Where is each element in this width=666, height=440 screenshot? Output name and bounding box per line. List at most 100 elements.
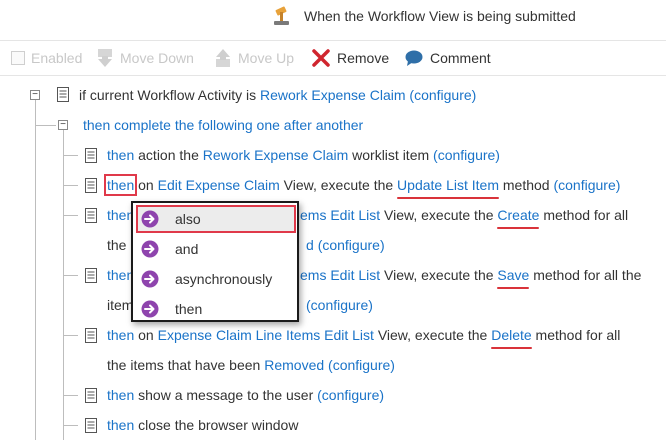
method-link[interactable]: Update List Item xyxy=(397,177,499,193)
menu-item-label: also xyxy=(175,211,201,227)
action-document-icon xyxy=(85,178,97,193)
configure-link[interactable]: (configure) xyxy=(318,237,385,253)
row-text: View, execute the xyxy=(279,177,398,193)
tree-row-action: then on Edit Expense Claim View, execute… xyxy=(103,174,620,196)
collapse-toggle[interactable]: − xyxy=(58,120,68,130)
method-link[interactable]: Create xyxy=(497,207,539,223)
then-link[interactable]: then xyxy=(107,387,134,403)
tree-guide-line xyxy=(64,215,78,216)
tree-row-action-cont: (configure) xyxy=(306,297,373,313)
comment-label: Comment xyxy=(430,50,491,66)
enabled-label: Enabled xyxy=(31,50,83,66)
tree-row-sequence: then complete the following one after an… xyxy=(83,117,363,133)
tree-guide-line xyxy=(36,125,56,126)
arrow-right-circle-icon xyxy=(141,270,159,288)
view-link[interactable]: ems Edit List xyxy=(300,207,380,223)
page-title: When the Workflow View is being submitte… xyxy=(304,8,576,24)
move-up-button[interactable]: Move Up xyxy=(214,47,294,69)
menu-item-and[interactable]: and xyxy=(137,236,295,262)
tree-guide-line xyxy=(64,425,78,426)
toolbar-divider-bottom xyxy=(0,75,666,76)
arrow-right-circle-icon xyxy=(141,240,159,258)
tree-guide-line xyxy=(63,130,64,440)
configure-link[interactable]: (configure) xyxy=(306,297,373,313)
then-link[interactable]: then xyxy=(107,327,134,343)
row-text: View, execute the xyxy=(380,207,498,223)
comment-icon xyxy=(405,50,423,66)
view-link[interactable]: Edit Expense Claim xyxy=(158,177,280,193)
row-text: View, execute the xyxy=(380,267,498,283)
tree-row-action: then show a message to the user (configu… xyxy=(107,387,384,403)
connector-popup-menu: also and asynchronously then xyxy=(131,201,299,322)
row-text: method for all xyxy=(531,327,621,343)
method-link[interactable]: Save xyxy=(497,267,529,283)
tree-guide-line xyxy=(64,335,78,336)
row-text: if current Workflow Activity is xyxy=(79,87,261,103)
view-link[interactable]: ems Edit List xyxy=(300,267,380,283)
row-text: the items that have been xyxy=(107,357,265,373)
tree-row-action: then action the Rework Expense Claim wor… xyxy=(107,147,500,163)
row-text: close the browser window xyxy=(134,417,299,433)
filter-link[interactable]: Removed xyxy=(264,357,324,373)
method-link[interactable]: Delete xyxy=(491,327,531,343)
row-text: action the xyxy=(134,147,203,163)
activity-link[interactable]: Rework Expense Claim xyxy=(260,87,406,103)
then-link-selected[interactable]: then xyxy=(103,174,138,196)
then-link[interactable]: then xyxy=(107,417,134,433)
action-document-icon xyxy=(85,268,97,283)
configure-link[interactable]: (configure) xyxy=(317,387,384,403)
action-document-icon xyxy=(85,208,97,223)
row-text: on xyxy=(134,327,158,343)
menu-item-label: and xyxy=(175,241,199,257)
tree-row-action-cont: the items that have been Removed (config… xyxy=(107,357,395,373)
toolbar-divider-top xyxy=(0,40,666,41)
configure-link[interactable]: (configure) xyxy=(553,177,620,193)
move-up-label: Move Up xyxy=(238,50,295,66)
row-text: worklist item xyxy=(348,147,434,163)
rule-document-icon xyxy=(57,87,69,102)
move-down-icon xyxy=(98,49,112,67)
action-document-icon xyxy=(85,328,97,343)
configure-link[interactable]: (configure) xyxy=(328,357,395,373)
comment-button[interactable]: Comment xyxy=(404,47,491,69)
tree-row-action: then on Expense Claim Line Items Edit Li… xyxy=(107,327,620,343)
worklist-link[interactable]: Rework Expense Claim xyxy=(203,147,349,163)
move-down-button[interactable]: Move Down xyxy=(96,47,194,69)
tree-row-condition: if current Workflow Activity is Rework E… xyxy=(79,87,476,103)
configure-link[interactable]: (configure) xyxy=(433,147,500,163)
move-down-label: Move Down xyxy=(120,50,194,66)
menu-item-label: asynchronously xyxy=(175,271,273,287)
menu-item-asynchronously[interactable]: asynchronously xyxy=(137,266,295,292)
menu-item-label: then xyxy=(175,301,203,317)
row-text: the xyxy=(107,237,127,253)
then-link[interactable]: then xyxy=(107,147,134,163)
collapse-toggle[interactable]: − xyxy=(30,90,40,100)
row-text: on xyxy=(134,177,158,193)
row-text: show a message to the user xyxy=(134,387,318,403)
view-link[interactable]: Expense Claim Line Items Edit List xyxy=(158,327,374,343)
action-document-icon xyxy=(85,418,97,433)
tree-guide-line xyxy=(64,185,78,186)
sequence-link[interactable]: then complete the following one after an… xyxy=(83,117,363,133)
tree-guide-line xyxy=(64,395,78,396)
action-document-icon xyxy=(85,148,97,163)
row-text: item xyxy=(107,297,134,313)
tree-row-action-cont: d (configure) xyxy=(306,237,385,253)
arrow-right-circle-icon xyxy=(141,210,159,228)
action-document-icon xyxy=(85,388,97,403)
menu-item-then[interactable]: then xyxy=(137,296,295,322)
filter-link[interactable]: d xyxy=(306,237,314,253)
row-text: method xyxy=(498,177,554,193)
tree-row-action-cont: ems Edit List View, execute the Create m… xyxy=(300,207,628,223)
tree-row-action: then close the browser window xyxy=(107,417,298,433)
remove-button[interactable]: Remove xyxy=(311,47,389,69)
tree-guide-line xyxy=(64,155,78,156)
tree-row-action-cont: ems Edit List View, execute the Save met… xyxy=(300,267,641,283)
row-text: View, execute the xyxy=(373,327,492,343)
row-text: method for all xyxy=(539,207,629,223)
menu-item-also[interactable]: also xyxy=(136,205,296,233)
configure-link[interactable]: (configure) xyxy=(409,87,476,103)
remove-label: Remove xyxy=(337,50,390,66)
enabled-toggle[interactable]: Enabled xyxy=(11,47,82,69)
enabled-checkbox[interactable] xyxy=(11,51,25,65)
